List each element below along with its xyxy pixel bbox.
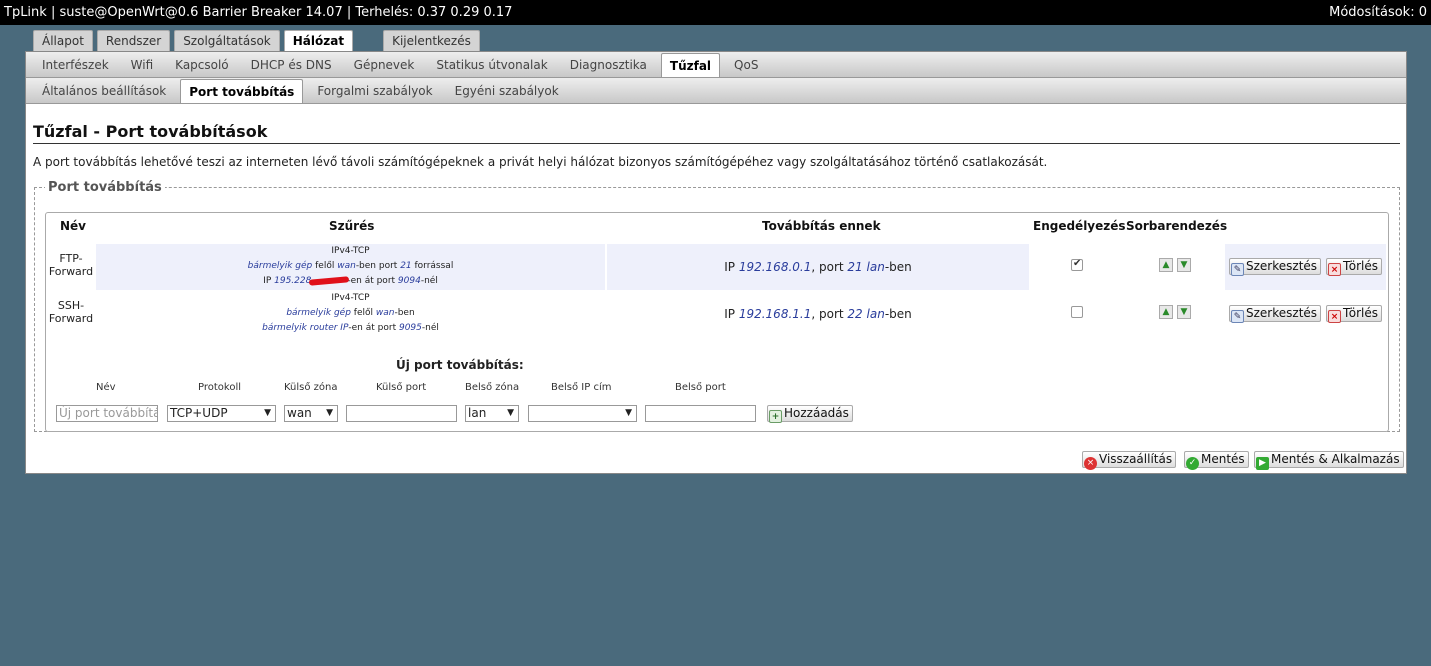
rule-name: FTP- Forward bbox=[48, 252, 94, 278]
table-row: SSH- Forward IPv4-TCP bármelyik gép felő… bbox=[46, 291, 1388, 337]
new-col-ext-zone: Külső zóna bbox=[284, 382, 338, 393]
chevron-down-icon: ▼ bbox=[625, 408, 632, 418]
subtab-firewall[interactable]: Tűzfal bbox=[660, 53, 721, 77]
move-up-icon[interactable]: ▲ bbox=[1159, 305, 1173, 319]
new-col-int-ip: Belső IP cím bbox=[551, 382, 612, 393]
move-down-icon[interactable]: ▼ bbox=[1177, 258, 1191, 272]
save-apply-button[interactable]: ▶ Mentés & Alkalmazás bbox=[1254, 451, 1404, 470]
port-forward-table: Név Szűrés Továbbítás ennek Engedélyezés… bbox=[45, 212, 1389, 432]
add-icon: + bbox=[769, 410, 782, 423]
int-ip-select[interactable]: ▼ bbox=[528, 405, 637, 422]
col-header-enable: Engedélyezés bbox=[1033, 219, 1126, 233]
subtab-dhcp-dns[interactable]: DHCP és DNS bbox=[243, 53, 340, 77]
delete-icon: × bbox=[1328, 310, 1341, 323]
changes-link[interactable]: Módosítások: 0 bbox=[1329, 5, 1427, 20]
header-bar: TpLink | suste@OpenWrt@0.6 Barrier Break… bbox=[0, 0, 1431, 25]
ext-zone-select[interactable]: wan ▼ bbox=[284, 405, 338, 422]
add-button[interactable]: + Hozzáadás bbox=[767, 405, 853, 423]
new-col-name: Név bbox=[96, 382, 116, 393]
subtab-general-settings[interactable]: Általános beállítások bbox=[34, 79, 174, 103]
ext-port-input[interactable] bbox=[346, 405, 457, 422]
row-actions: ✎ Szerkesztés × Törlés bbox=[1225, 244, 1386, 290]
col-header-forward: Továbbítás ennek bbox=[762, 219, 881, 233]
redaction-mark bbox=[309, 275, 350, 286]
section-legend: Port továbbítás bbox=[48, 180, 162, 195]
tab-network[interactable]: Hálózat bbox=[283, 30, 354, 52]
apply-icon: ▶ bbox=[1256, 457, 1269, 470]
table-row: FTP- Forward IPv4-TCP bármelyik gép felő… bbox=[46, 244, 1388, 290]
edit-icon: ✎ bbox=[1231, 310, 1244, 323]
new-name-input[interactable]: Új port továbbítás bbox=[56, 405, 158, 422]
rule-filter: IPv4-TCP bármelyik gép felől wan-ben por… bbox=[96, 244, 605, 290]
new-col-protocol: Protokoll bbox=[198, 382, 242, 393]
chevron-down-icon: ▼ bbox=[264, 408, 271, 418]
header-info: TpLink | suste@OpenWrt@0.6 Barrier Break… bbox=[4, 5, 513, 20]
move-up-icon[interactable]: ▲ bbox=[1159, 258, 1173, 272]
save-icon: ✓ bbox=[1186, 457, 1199, 470]
subnav: Interfészek Wifi Kapcsoló DHCP és DNS Gé… bbox=[26, 52, 1406, 78]
subtab-port-forwards[interactable]: Port továbbítás bbox=[180, 79, 304, 103]
subtab-hostnames[interactable]: Gépnevek bbox=[346, 53, 423, 77]
delete-button[interactable]: × Törlés bbox=[1326, 305, 1383, 323]
chevron-down-icon: ▼ bbox=[507, 408, 514, 418]
col-header-order: Sorbarendezés bbox=[1126, 219, 1228, 233]
subtab-diagnostics[interactable]: Diagnosztika bbox=[562, 53, 655, 77]
new-col-int-port: Belső port bbox=[675, 382, 726, 393]
tab-status[interactable]: Állapot bbox=[33, 30, 93, 52]
tab-services[interactable]: Szolgáltatások bbox=[174, 30, 280, 52]
move-down-icon[interactable]: ▼ bbox=[1177, 305, 1191, 319]
subtab-custom-rules[interactable]: Egyéni szabályok bbox=[447, 79, 567, 103]
subnav-firewall: Általános beállítások Port továbbítás Fo… bbox=[26, 78, 1406, 104]
page-description: A port továbbítás lehetővé teszi az inte… bbox=[33, 155, 1048, 169]
rule-filter: IPv4-TCP bármelyik gép felől wan-ben bár… bbox=[262, 293, 439, 333]
subtab-interfaces[interactable]: Interfészek bbox=[34, 53, 117, 77]
reset-button[interactable]: × Visszaállítás bbox=[1082, 451, 1177, 470]
subtab-static-routes[interactable]: Statikus útvonalak bbox=[428, 53, 555, 77]
edit-button[interactable]: ✎ Szerkesztés bbox=[1229, 258, 1322, 276]
enable-checkbox[interactable] bbox=[1071, 306, 1083, 318]
enable-checkbox[interactable] bbox=[1071, 258, 1083, 271]
page-title: Tűzfal - Port továbbítások bbox=[33, 122, 1400, 144]
rule-forward-target: IP 192.168.1.1, port 22 lan-ben bbox=[724, 307, 912, 321]
edit-icon: ✎ bbox=[1231, 263, 1244, 276]
delete-icon: × bbox=[1328, 263, 1341, 276]
edit-button[interactable]: ✎ Szerkesztés bbox=[1229, 305, 1322, 323]
subtab-wifi[interactable]: Wifi bbox=[123, 53, 162, 77]
rule-name: SSH- Forward bbox=[48, 299, 94, 325]
main-panel: Interfészek Wifi Kapcsoló DHCP és DNS Gé… bbox=[25, 51, 1407, 474]
save-button[interactable]: ✓ Mentés bbox=[1184, 451, 1249, 470]
row-actions: ✎ Szerkesztés × Törlés bbox=[1225, 291, 1386, 337]
int-zone-select[interactable]: lan ▼ bbox=[465, 405, 519, 422]
main-tabs: Állapot Rendszer Szolgáltatások Hálózat … bbox=[33, 30, 484, 52]
subtab-traffic-rules[interactable]: Forgalmi szabályok bbox=[309, 79, 440, 103]
rule-forward-target: IP 192.168.0.1, port 21 lan-ben bbox=[607, 244, 1029, 290]
delete-button[interactable]: × Törlés bbox=[1326, 258, 1383, 276]
port-forward-section: Port továbbítás Név Szűrés Továbbítás en… bbox=[34, 180, 1400, 432]
new-col-int-zone: Belső zóna bbox=[465, 382, 520, 393]
tab-system[interactable]: Rendszer bbox=[96, 30, 171, 52]
chevron-down-icon: ▼ bbox=[326, 408, 333, 418]
tab-logout[interactable]: Kijelentkezés bbox=[383, 30, 480, 52]
subtab-qos[interactable]: QoS bbox=[726, 53, 766, 77]
new-rule-title: Új port továbbítás: bbox=[396, 358, 524, 372]
col-header-name: Név bbox=[60, 219, 87, 233]
int-port-input[interactable] bbox=[645, 405, 756, 422]
reset-icon: × bbox=[1084, 457, 1097, 470]
new-col-ext-port: Külső port bbox=[376, 382, 427, 393]
protocol-select[interactable]: TCP+UDP ▼ bbox=[167, 405, 276, 422]
subtab-switch[interactable]: Kapcsoló bbox=[167, 53, 237, 77]
col-header-filter: Szűrés bbox=[329, 219, 375, 233]
